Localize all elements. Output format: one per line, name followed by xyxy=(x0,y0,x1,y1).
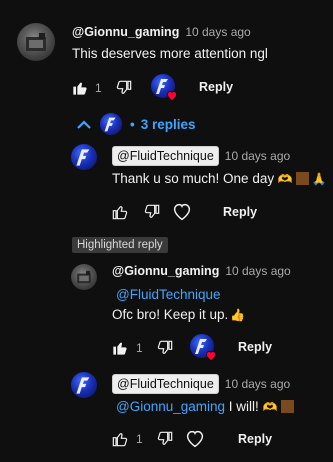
like-icon[interactable] xyxy=(110,202,130,222)
dislike-icon[interactable] xyxy=(155,338,175,358)
reply-button[interactable]: Reply xyxy=(199,80,233,94)
dislike-icon[interactable] xyxy=(155,429,175,449)
like-count: 1 xyxy=(95,81,102,95)
highlighted-reply-badge: Highlighted reply xyxy=(72,237,168,253)
mention-link[interactable]: @Gionnu_gaming xyxy=(116,399,225,414)
avatar[interactable] xyxy=(71,372,97,398)
reply-time[interactable]: 10 days ago xyxy=(225,377,290,391)
reply-button[interactable]: Reply xyxy=(223,205,257,219)
reply-actions: 1 xyxy=(110,429,205,449)
comment-header: @Gionnu_gaming 10 days ago xyxy=(72,25,251,39)
replier-avatar xyxy=(100,113,122,135)
reply-text-content: Ofc bro! Keep it up. xyxy=(112,307,229,322)
reply-time[interactable]: 10 days ago xyxy=(225,264,290,278)
heart-icon xyxy=(167,91,177,101)
reply-time[interactable]: 10 days ago xyxy=(225,149,290,163)
dislike-icon[interactable] xyxy=(114,78,134,98)
reply-text: @Gionnu_gaming I will! 🫶 xyxy=(116,399,294,414)
like-icon[interactable] xyxy=(70,78,90,98)
reply-header: @Gionnu_gaming 10 days ago xyxy=(112,264,291,278)
reply-button[interactable]: Reply xyxy=(238,432,272,446)
heart-hands-emoji: 🫶 xyxy=(262,400,278,414)
reply-header: @FluidTechnique 10 days ago xyxy=(112,146,290,166)
replies-toggle[interactable]: • 3 replies xyxy=(76,113,196,135)
like-icon[interactable] xyxy=(110,338,130,358)
comment-actions: 1 xyxy=(70,78,134,98)
creator-logo-icon xyxy=(76,149,90,166)
comment-author[interactable]: @Gionnu_gaming xyxy=(72,25,179,39)
like-count: 1 xyxy=(136,432,143,446)
mention-link[interactable]: @FluidTechnique xyxy=(116,287,221,302)
like-icon[interactable] xyxy=(110,429,130,449)
heart-icon xyxy=(206,351,216,361)
reply-text-content: Thank u so much! One day xyxy=(112,171,275,186)
heart-outline-icon[interactable] xyxy=(185,429,205,449)
reply-text: Ofc bro! Keep it up. 👍 xyxy=(112,307,245,322)
avatar-image xyxy=(77,270,91,284)
thumbs-up-emoji: 👍 xyxy=(230,308,246,322)
pray-emoji: 🙏 xyxy=(311,172,327,186)
reply-text-content: I will! xyxy=(225,399,259,414)
creator-heart[interactable] xyxy=(151,74,177,101)
reply-actions: 1 xyxy=(110,338,175,358)
like-count: 1 xyxy=(136,341,143,355)
reply-button[interactable]: Reply xyxy=(238,340,272,354)
creator-logo-icon xyxy=(76,377,90,394)
reply-author[interactable]: @FluidTechnique xyxy=(112,374,219,394)
creator-heart[interactable] xyxy=(190,334,216,361)
brown-square-emoji xyxy=(280,400,294,413)
reply-text: Thank u so much! One day 🫶 🙏 xyxy=(112,171,327,186)
dislike-icon[interactable] xyxy=(142,202,162,222)
brown-square-emoji xyxy=(295,172,309,185)
heart-hands-emoji: 🫶 xyxy=(277,172,293,186)
reply-actions xyxy=(110,202,192,222)
avatar[interactable] xyxy=(17,23,55,61)
replies-count: 3 replies xyxy=(140,116,196,132)
avatar-image xyxy=(26,33,46,51)
avatar[interactable] xyxy=(71,264,97,290)
reply-author[interactable]: @FluidTechnique xyxy=(112,146,219,166)
chevron-up-icon xyxy=(77,120,91,129)
reply-header: @FluidTechnique 10 days ago xyxy=(112,374,290,394)
heart-outline-icon[interactable] xyxy=(172,202,192,222)
creator-logo-icon xyxy=(104,117,116,132)
comment-text: This deserves more attention ngl xyxy=(72,46,268,61)
comment-time[interactable]: 10 days ago xyxy=(185,25,250,39)
avatar[interactable] xyxy=(71,144,97,170)
reply-author[interactable]: @Gionnu_gaming xyxy=(112,264,219,278)
